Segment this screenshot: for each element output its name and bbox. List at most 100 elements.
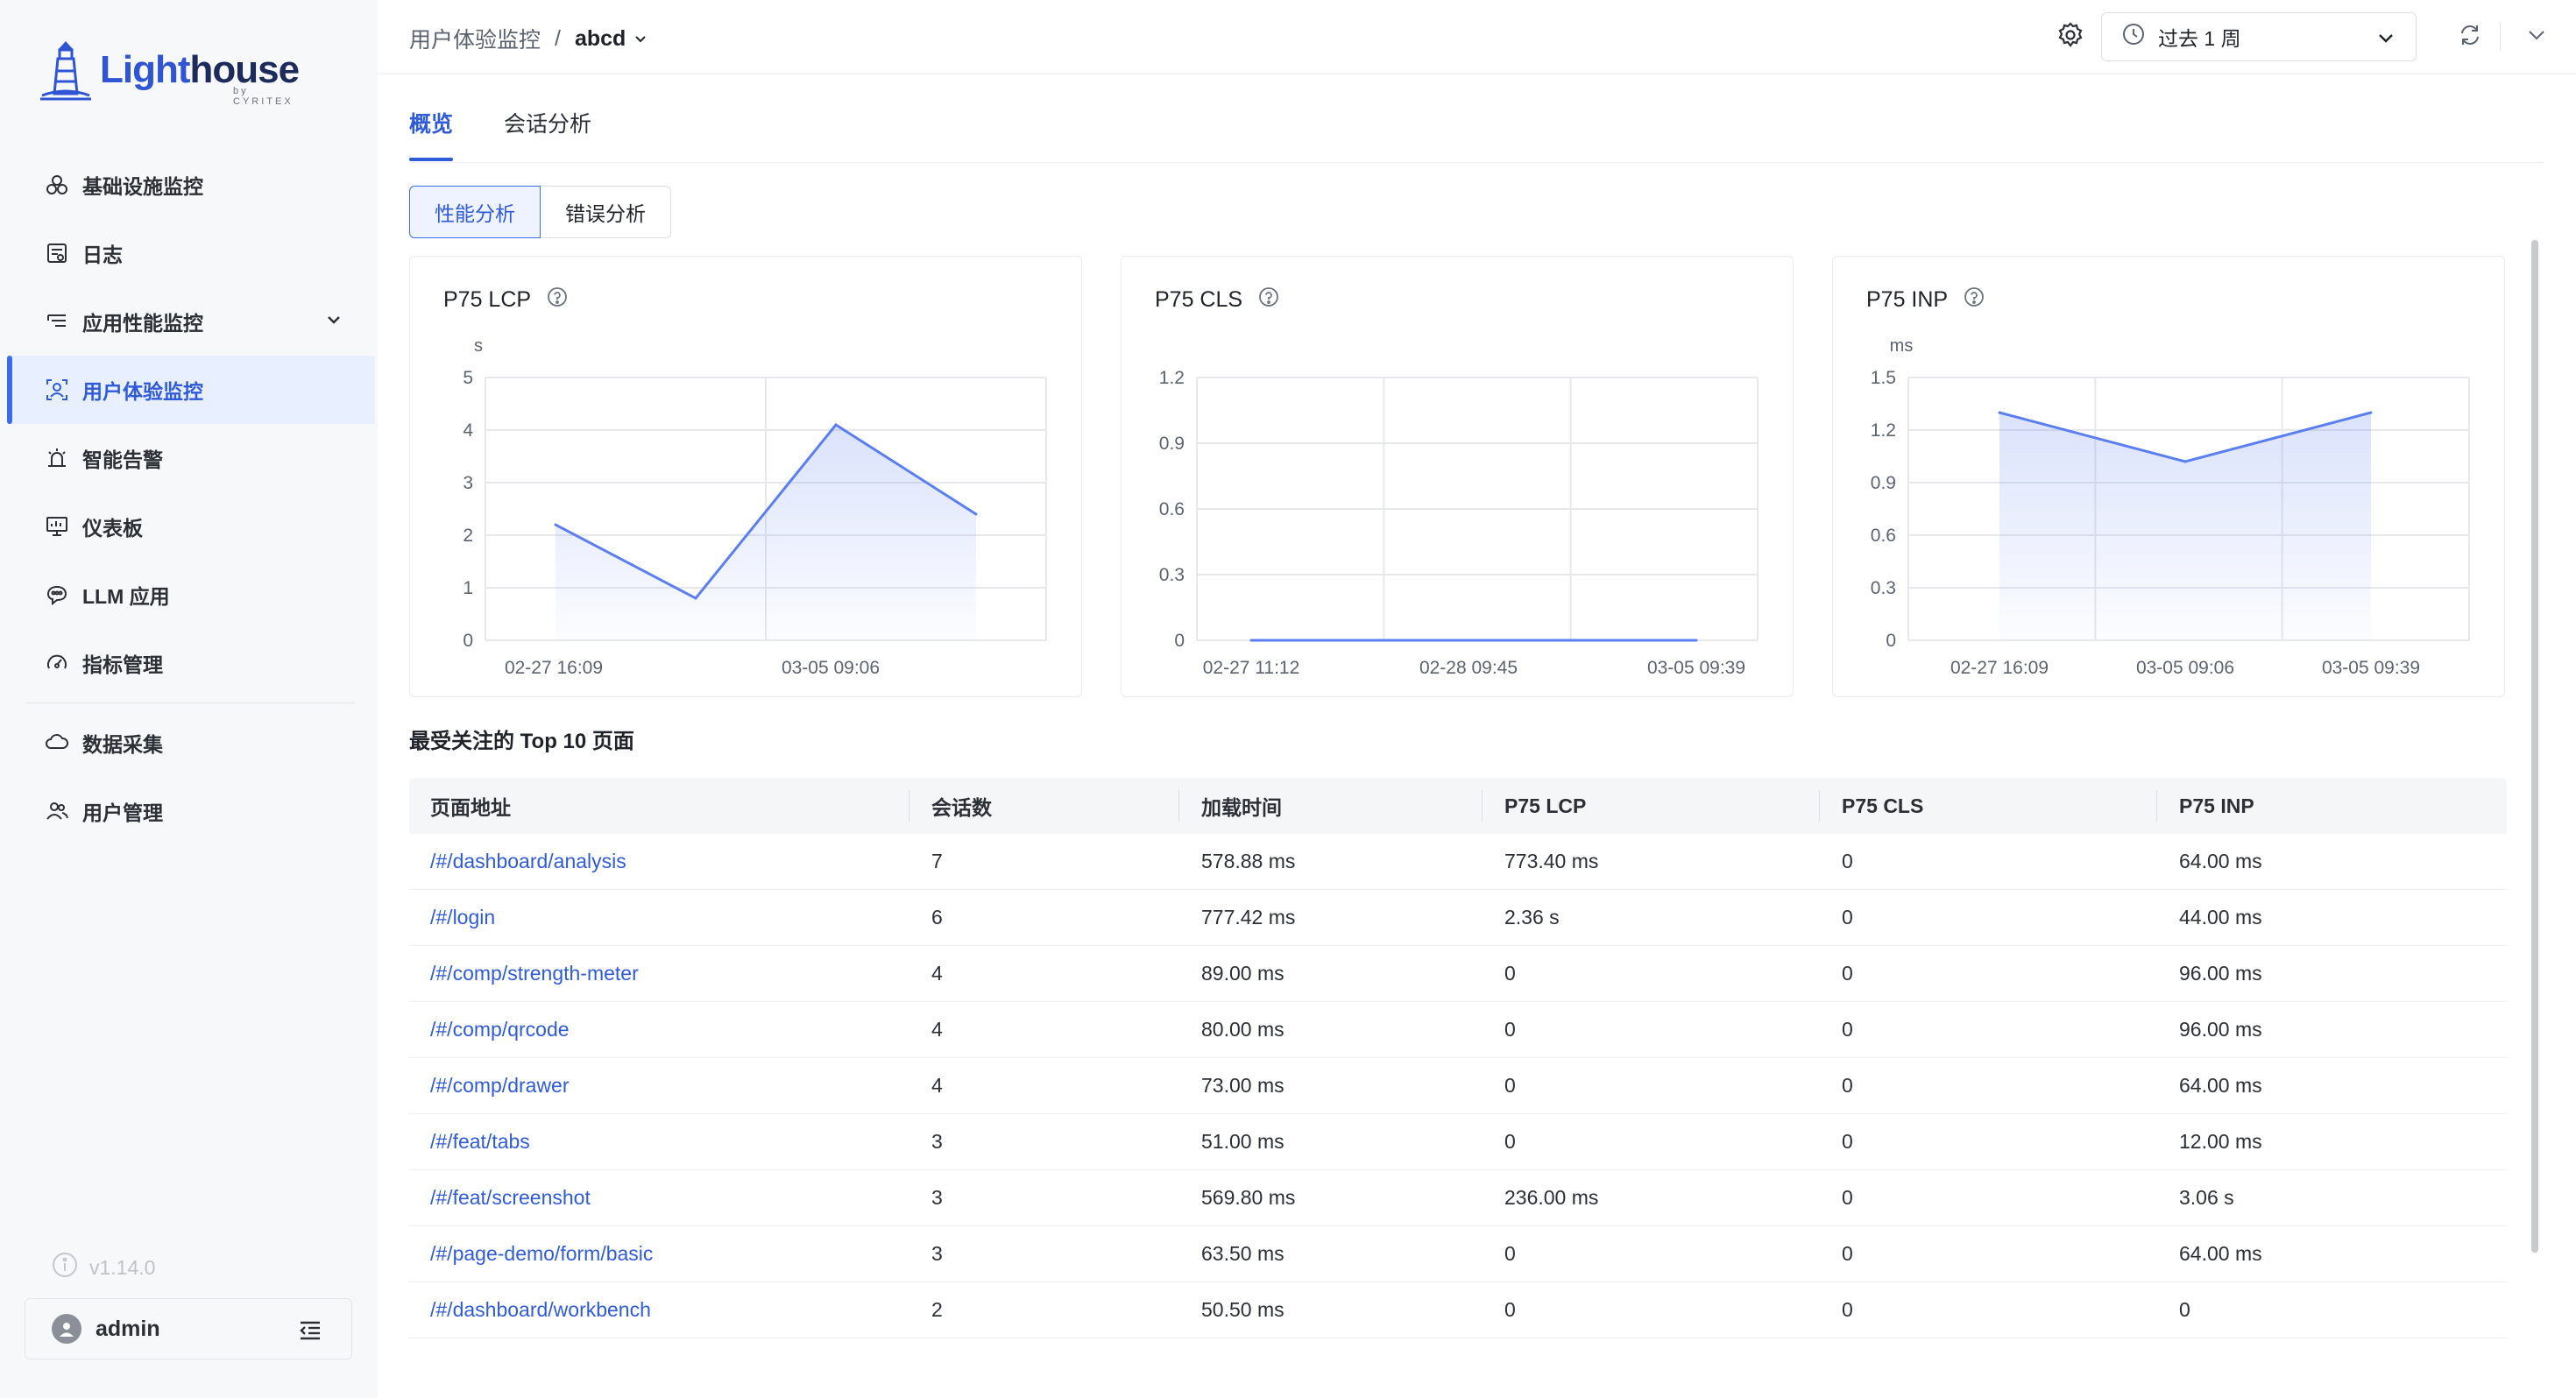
table-cell: 0 [1842,1018,1853,1041]
sidebar-item-user-management[interactable]: 用户管理 [7,777,375,845]
page-url-link[interactable]: /#/dashboard/workbench [409,1298,651,1322]
breadcrumb-current: abcd [574,25,626,51]
x-tick-label: 03-05 09:06 [2136,658,2234,678]
sidebar-item-data-collection[interactable]: 数据采集 [7,709,375,777]
data-point [1695,639,1698,642]
page-url-link[interactable]: /#/page-demo/form/basic [409,1242,653,1266]
settings-button[interactable] [2055,21,2086,53]
table-row[interactable]: /#/comp/qrcode 4 80.00 ms 0 0 96.00 ms [409,1002,2507,1058]
table-cell: 0 [1504,1074,1516,1097]
y-tick-label: 0.3 [1871,578,1896,598]
page-url-link[interactable]: /#/feat/tabs [409,1130,530,1154]
y-tick-label: 4 [463,420,473,441]
table-cell: 0 [1842,1298,1853,1321]
page-url-link[interactable]: /#/login [409,906,495,929]
table-body: /#/dashboard/analysis 7 578.88 ms 773.40 ms… [409,834,2507,1382]
refresh-button[interactable] [2454,21,2486,53]
sidebar-item-infrastructure[interactable]: 基础设施监控 [7,151,375,219]
page-url-link[interactable]: /#/comp/drawer [409,1074,570,1098]
table-row[interactable]: /#/feat/tabs 3 51.00 ms 0 0 12.00 ms [409,1114,2507,1170]
table-cell: 0 [1842,1074,1853,1097]
time-range-select[interactable]: 过去 1 周 [2101,12,2417,61]
logo-light-text: Light [100,48,191,91]
table-cell: 3 [931,1186,943,1209]
column-separator [1178,790,1179,822]
series-area [1999,413,2371,640]
sidebar-item-user-experience[interactable]: 用户体验监控 [7,356,375,424]
user-profile[interactable]: admin [25,1298,352,1359]
sidebar-item-label: 指标管理 [82,653,163,676]
data-point [834,423,838,427]
x-tick-label: 03-05 09:39 [2322,658,2420,678]
sidebar-item-llm[interactable]: LLM 应用 [7,561,375,629]
refresh-options-button[interactable] [2521,21,2552,53]
breadcrumb-parent[interactable]: 用户体验监控 [409,23,541,54]
app-switcher[interactable]: abcd [575,26,648,52]
refresh-icon [2458,23,2482,52]
column-separator [1482,790,1483,822]
y-tick-label: 2 [463,526,473,546]
chevron-down-icon [2375,27,2396,53]
axis-unit-label: s [474,336,483,356]
table-cell: 64.00 ms [2179,850,2262,872]
sidebar-item-label: LLM 应用 [82,585,170,608]
y-tick-label: 0.3 [1159,565,1185,585]
sidebar-item-log[interactable]: 日志 [7,219,375,287]
table-cell: 0 [1842,850,1853,872]
table-cell: 4 [931,1018,943,1041]
table-cell: 569.80 ms [1201,1186,1296,1209]
table-row[interactable]: /#/login 6 777.42 ms 2.36 s 0 44.00 ms [409,890,2507,946]
sidebar-item-label: 数据采集 [82,733,163,756]
y-tick-label: 5 [463,368,473,388]
data-point [2183,460,2187,463]
page-url-link[interactable]: /#/dashboard/analysis [409,850,626,873]
table-cell: 236.00 ms [1504,1186,1599,1209]
chevron-down-icon[interactable] [324,310,343,335]
table-cell: 0 [1842,1186,1853,1209]
page-url-link[interactable]: /#/feat/screenshot [409,1186,591,1210]
table-cell: 2.36 s [1504,906,1560,928]
avatar [52,1314,81,1344]
segment-performance[interactable]: 性能分析 [409,186,541,238]
tab-session-analysis[interactable]: 会话分析 [504,103,591,161]
sidebar-item-label: 智能告警 [82,448,163,471]
column-header: 会话数 [931,796,992,819]
data-point [2369,411,2373,414]
lighthouse-logo[interactable]: Lighthouse by CYRITEX [39,35,301,107]
collapse-sidebar-icon[interactable] [297,1317,323,1347]
sidebar-item-label: 基础设施监控 [82,175,203,198]
table-cell: 0 [1504,962,1516,985]
sidebar-item-apm[interactable]: 应用性能监控 [7,287,375,356]
sidebar-item-metric[interactable]: 指标管理 [7,629,375,697]
sidebar-nav: 基础设施监控 日志 应用性能监控 用户体验监控 智能告警 仪表板 LLM 应用 [7,151,375,845]
table-row[interactable]: /#/page-demo/form/basic 3 63.50 ms 0 0 64.00 … [409,1226,2507,1282]
tab-overview[interactable]: 概览 [409,103,454,161]
sidebar-item-dashboard[interactable]: 仪表板 [7,492,375,561]
page-url-link[interactable]: /#/comp/qrcode [409,1018,570,1041]
page-url-link[interactable]: /#/comp/strength-meter [409,962,639,985]
table-cell: 96.00 ms [2179,1018,2262,1041]
segment-errors[interactable]: 错误分析 [541,186,671,238]
page-scrollbar[interactable] [2531,240,2538,1253]
table-row[interactable]: /#/feat/screenshot 3 569.80 ms 236.00 ms 0 3.… [409,1170,2507,1226]
chart-card-inp: P75 INP ms 0 0.3 0.6 0.9 1.2 1.5 02-27 16:09 03-… [1832,256,2505,697]
table-cell: 2 [931,1298,943,1321]
y-tick-label: 0 [1174,631,1185,651]
log-icon [44,240,70,266]
table-cell: 80.00 ms [1201,1018,1284,1041]
alarm-icon [44,445,70,471]
data-point [1998,411,2001,414]
sidebar-item-alarm[interactable]: 智能告警 [7,424,375,492]
table-row[interactable]: /#/comp/drawer 4 73.00 ms 0 0 64.00 ms [409,1058,2507,1114]
table-row[interactable]: /#/comp/strength-meter 4 89.00 ms 0 0 96.00 m… [409,946,2507,1002]
user-management-icon [44,798,70,824]
table-row[interactable]: /#/dashboard/workbench 2 50.50 ms 0 0 0 [409,1282,2507,1338]
sidebar-item-label: 用户体验监控 [82,380,203,403]
table-row[interactable]: /#/dashboard/analysis 7 578.88 ms 773.40 ms… [409,834,2507,890]
y-tick-label: 0.9 [1871,473,1896,493]
column-header: P75 INP [2179,794,2254,817]
data-point [1249,639,1253,642]
sidebar-item-label: 仪表板 [82,517,143,540]
axis-unit-label: ms [1890,336,1914,356]
table-header: 页面地址 会话数 加载时间 P75 LCP P75 CLS P75 INP [409,778,2507,834]
